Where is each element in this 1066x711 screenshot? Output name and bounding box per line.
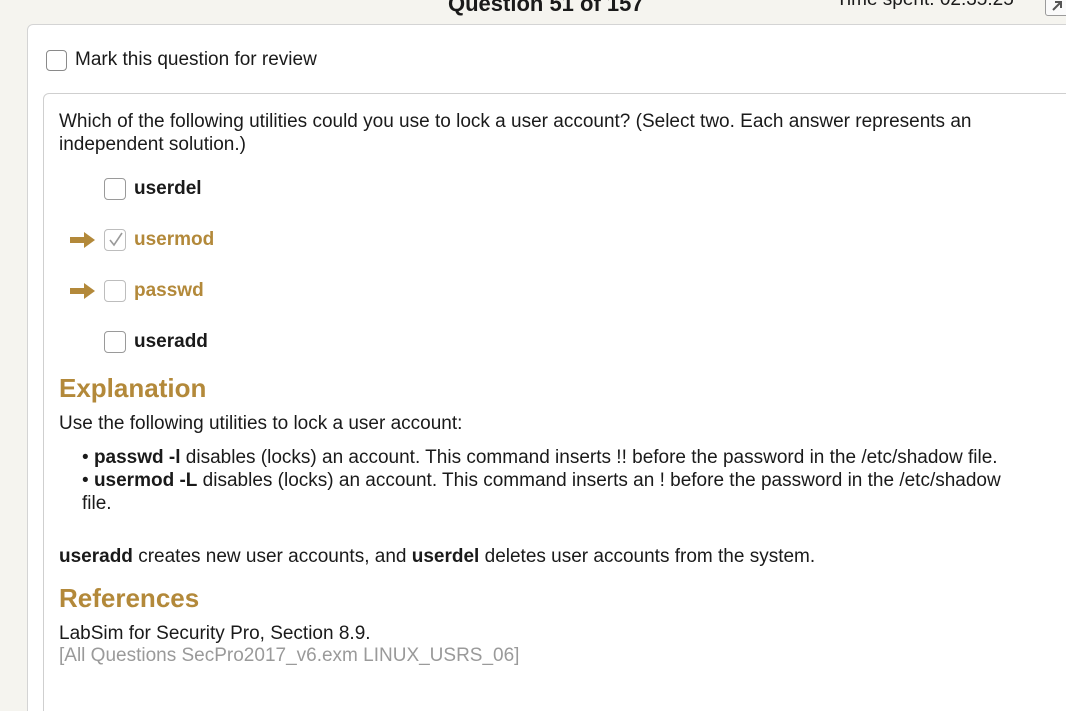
command-name: useradd xyxy=(59,546,133,567)
top-bar: Question 51 of 157 Time spent: 02:35:25 xyxy=(0,0,1066,22)
answer-option-useradd[interactable]: useradd xyxy=(70,329,208,355)
answer-option-passwd[interactable]: passwd xyxy=(70,278,204,304)
list-item: • passwd -l disables (locks) an account.… xyxy=(82,447,998,468)
reference-source: LabSim for Security Pro, Section 8.9. xyxy=(59,623,371,644)
explanation-intro: Use the following utilities to lock a us… xyxy=(59,413,463,434)
question-text: Which of the following utilities could y… xyxy=(59,111,972,155)
command-name: passwd -l xyxy=(93,447,181,468)
explanation-bullets: • passwd -l disables (locks) an account.… xyxy=(82,446,1032,515)
answer-checkbox[interactable] xyxy=(104,331,126,353)
command-name: userdel xyxy=(411,546,480,567)
summary-text: deletes user accounts from the system. xyxy=(479,546,816,567)
answer-label: userdel xyxy=(134,178,202,199)
explanation-heading: Explanation xyxy=(59,373,207,403)
answer-checkbox[interactable] xyxy=(104,280,126,302)
mark-for-review[interactable]: Mark this question for review xyxy=(46,48,317,72)
references-heading: References xyxy=(59,583,200,613)
answer-option-usermod[interactable]: usermod xyxy=(70,227,214,253)
answer-label: useradd xyxy=(134,331,208,352)
time-spent: Time spent: 02:35:25 xyxy=(836,0,1014,11)
answer-option-userdel[interactable]: userdel xyxy=(70,176,202,202)
answer-checkbox[interactable] xyxy=(104,229,126,251)
expand-icon xyxy=(1052,1,1062,11)
bullet-text: disables (locks) an account. This comman… xyxy=(180,447,998,468)
summary-text: creates new user accounts, and xyxy=(132,546,412,567)
question-id: [All Questions SecPro2017_v6.exm LINUX_U… xyxy=(59,645,520,666)
checkmark-icon xyxy=(109,232,123,247)
bullet-text: disables (locks) an account. This comman… xyxy=(82,470,1001,514)
correct-answer-arrow-icon xyxy=(70,232,95,248)
explanation-summary: useradd creates new user accounts, and u… xyxy=(59,545,815,568)
expand-button[interactable] xyxy=(1045,0,1066,16)
list-item: • usermod -L disables (locks) an account… xyxy=(82,470,1001,514)
review-checkbox[interactable] xyxy=(46,49,67,71)
correct-answer-arrow-icon xyxy=(70,283,95,299)
exam-review-page: Question 51 of 157 Time spent: 02:35:25 … xyxy=(0,0,1066,711)
answer-label: passwd xyxy=(134,280,204,301)
answer-label: usermod xyxy=(134,229,215,250)
review-label: Mark this question for review xyxy=(75,49,317,70)
answer-checkbox[interactable] xyxy=(104,178,126,200)
question-counter: Question 51 of 157 xyxy=(448,0,644,16)
command-name: usermod -L xyxy=(93,470,198,491)
